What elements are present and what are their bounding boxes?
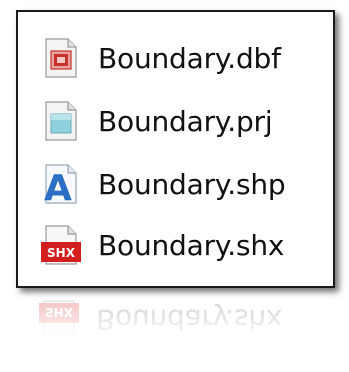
file-item-prj[interactable]: Boundary.prj <box>40 97 273 145</box>
shp-file-icon: A <box>44 164 77 205</box>
file-name-shp: Boundary.shp <box>98 167 286 201</box>
shx-reflection-icon: SHX <box>39 300 79 340</box>
shx-item-reflection: SHX Boundary.shx <box>38 298 338 342</box>
shx-reflection-name: Boundary.shx <box>96 303 283 337</box>
file-name-prj: Boundary.prj <box>98 104 273 138</box>
file-name-dbf: Boundary.dbf <box>98 41 281 75</box>
file-name-shx: Boundary.shx <box>98 228 285 262</box>
file-item-shx[interactable]: SHX Boundary.shx <box>40 221 284 269</box>
shp-icon-letter: A <box>44 168 72 205</box>
prj-file-icon <box>45 101 77 141</box>
file-item-shp[interactable]: A Boundary.shp <box>40 160 286 208</box>
shx-reflection-badge: SHX <box>45 305 74 319</box>
file-item-dbf[interactable]: Boundary.dbf <box>40 34 281 82</box>
file-list-panel: Boundary.dbf Boundary.prj A Boundary.shp <box>16 10 335 288</box>
shx-file-icon: SHX <box>41 225 81 265</box>
dbf-file-icon <box>45 38 77 78</box>
shx-icon-badge: SHX <box>47 246 76 260</box>
